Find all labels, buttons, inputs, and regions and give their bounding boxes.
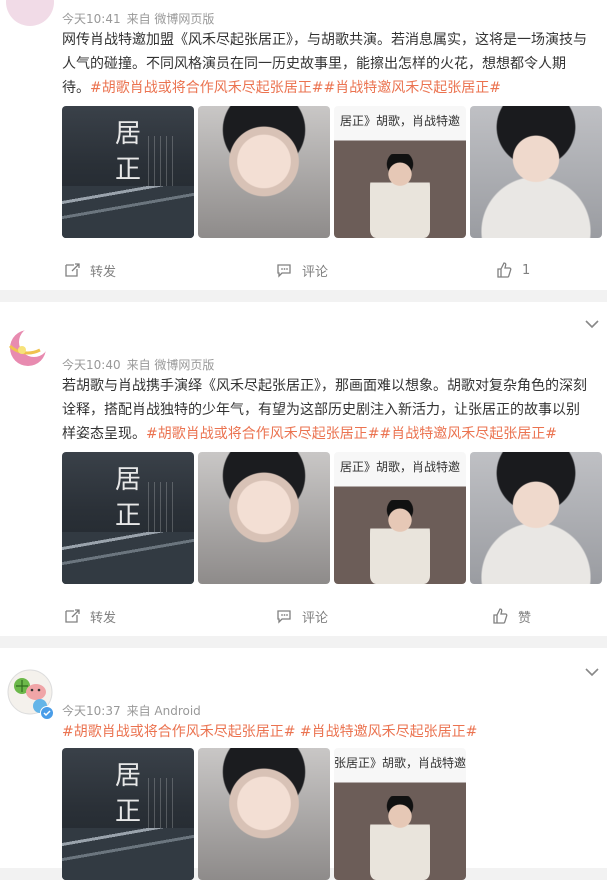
still-caption: 居正》胡歌，肖战特邀 <box>339 460 460 474</box>
comment-label: 评论 <box>302 610 329 626</box>
poster-title: 居正 <box>114 465 141 531</box>
like-button[interactable]: 赞 <box>492 604 531 628</box>
still-image[interactable]: 居正》胡歌，肖战特邀 <box>334 452 466 584</box>
post-meta: 今天10:40 来自 微博网页版 <box>62 356 214 373</box>
comment-icon <box>277 264 291 278</box>
post-text: #胡歌肖战或将合作风禾尽起张居正# #肖战特邀风禾尽起张居正# <box>62 720 592 744</box>
post-text: 若胡歌与肖战携手演绎《风禾尽起张居正》，那画面难以想象。胡歌对复杂角色的深刻诠释… <box>62 374 592 446</box>
post-meta: 今天10:41 来自 微博网页版 <box>62 10 214 27</box>
repost-button[interactable]: 转发 <box>64 604 116 628</box>
poster-image[interactable]: 居正 <box>62 748 194 880</box>
like-label: 赞 <box>518 610 532 626</box>
post-actions: 转发 评论 赞 <box>0 604 607 628</box>
still-caption: 居正》胡歌，肖战特邀 <box>339 114 460 128</box>
repost-button[interactable]: 转发 <box>64 258 116 282</box>
portrait-image-2[interactable] <box>470 106 602 238</box>
post-2: 今天10:40 来自 微博网页版 若胡歌与肖战携手演绎《风禾尽起张居正》，那画面难… <box>0 302 607 636</box>
hashtag-links[interactable]: #胡歌肖战或将合作风禾尽起张居正# #肖战特邀风禾尽起张居正# <box>62 724 477 740</box>
hashtag-links[interactable]: #胡歌肖战或将合作风禾尽起张居正##肖战特邀风禾尽起张居正# <box>90 80 501 96</box>
poster-title: 居正 <box>114 119 141 185</box>
chevron-down-icon[interactable] <box>585 318 599 332</box>
poster-title: 居正 <box>114 761 141 827</box>
post-1: 今天10:41 来自 微博网页版 网传肖战特邀加盟《风禾尽起张居正》，与胡歌共演。… <box>0 0 607 290</box>
post-actions: 转发 评论 1 <box>0 258 607 282</box>
separator <box>0 290 607 302</box>
thumbs-up-icon <box>497 262 512 278</box>
thumbs-up-icon <box>493 608 508 624</box>
still-caption: 张居正》胡歌，肖战特邀 <box>334 756 466 770</box>
chevron-down-icon[interactable] <box>585 666 599 680</box>
post-time[interactable]: 今天10:40 <box>62 358 121 372</box>
separator <box>0 636 607 648</box>
still-image[interactable]: 居正》胡歌，肖战特邀 <box>334 106 466 238</box>
avatar[interactable] <box>6 0 54 26</box>
post-time[interactable]: 今天10:41 <box>62 12 121 26</box>
post-time[interactable]: 今天10:37 <box>62 704 121 718</box>
hashtag-links[interactable]: #胡歌肖战或将合作风禾尽起张居正##肖战特邀风禾尽起张居正# <box>146 426 557 442</box>
comment-button[interactable]: 评论 <box>276 604 328 628</box>
repost-label: 转发 <box>90 264 117 280</box>
repost-icon <box>65 263 80 277</box>
poster-image[interactable]: 居正 <box>62 452 194 584</box>
poster-image[interactable]: 居正 <box>62 106 194 238</box>
comment-label: 评论 <box>302 264 329 280</box>
avatar-image <box>8 327 49 366</box>
portrait-image-2[interactable] <box>470 452 602 584</box>
portrait-image[interactable] <box>198 106 330 238</box>
repost-icon <box>65 609 80 623</box>
post-source: 来自 微博网页版 <box>126 358 215 372</box>
portrait-image[interactable] <box>198 748 330 880</box>
avatar[interactable] <box>6 322 54 370</box>
post-source: 来自 Android <box>126 704 201 718</box>
verified-badge-icon <box>40 706 54 720</box>
comment-button[interactable]: 评论 <box>276 258 328 282</box>
post-3: 今天10:37 来自 Android #胡歌肖战或将合作风禾尽起张居正# #肖战特… <box>0 648 607 880</box>
like-count: 1 <box>522 262 531 278</box>
post-text: 网传肖战特邀加盟《风禾尽起张居正》，与胡歌共演。若消息属实，这将是一场演技与人气… <box>62 28 592 100</box>
like-button[interactable]: 1 <box>496 258 530 282</box>
post-meta: 今天10:37 来自 Android <box>62 702 201 719</box>
post-source: 来自 微博网页版 <box>126 12 215 26</box>
repost-label: 转发 <box>90 610 117 626</box>
still-image[interactable]: 张居正》胡歌，肖战特邀 <box>334 748 466 880</box>
comment-icon <box>277 610 291 624</box>
portrait-image[interactable] <box>198 452 330 584</box>
